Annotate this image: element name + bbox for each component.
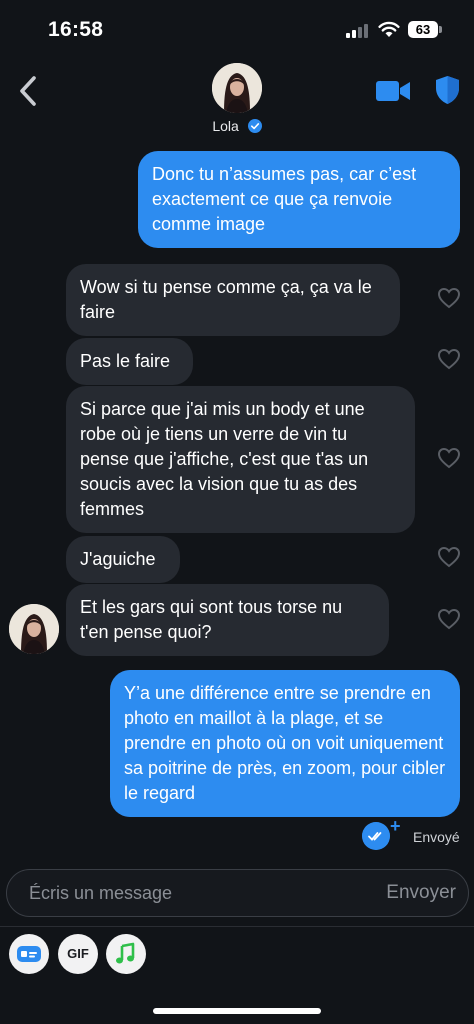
music-button[interactable] <box>106 934 146 974</box>
message-composer: Envoyer <box>6 869 469 917</box>
delivery-status-label: Envoyé <box>413 829 460 845</box>
sticker-icon <box>17 946 41 962</box>
heart-icon[interactable] <box>437 546 461 568</box>
battery-level: 63 <box>408 21 438 38</box>
message-input[interactable] <box>29 870 359 916</box>
message-bubble-incoming[interactable]: J'aguiche <box>66 536 180 583</box>
verified-icon <box>247 119 262 134</box>
send-button[interactable]: Envoyer <box>386 882 456 904</box>
battery-nub <box>439 26 442 33</box>
sticker-button[interactable] <box>9 934 49 974</box>
delivery-status: + Envoyé <box>360 816 470 852</box>
heart-icon[interactable] <box>437 447 461 469</box>
message-bubble-incoming[interactable]: Wow si tu pense comme ça, ça va le faire <box>66 264 400 336</box>
wifi-icon <box>378 21 400 37</box>
message-bubble-incoming[interactable]: Si parce que j'ai mis un body et une rob… <box>66 386 415 533</box>
contact-name: Lola <box>212 118 239 135</box>
home-indicator[interactable] <box>153 1008 321 1014</box>
gif-label: GIF <box>67 946 89 961</box>
contact-avatar-small[interactable] <box>9 604 59 654</box>
heart-icon[interactable] <box>437 608 461 630</box>
shield-icon[interactable] <box>435 75 460 105</box>
plus-icon: + <box>390 816 401 836</box>
message-bubble-outgoing[interactable]: Donc tu n’assumes pas, car c’est exactem… <box>138 151 460 248</box>
video-call-icon[interactable] <box>376 78 411 104</box>
contact-avatar[interactable] <box>212 63 262 113</box>
gif-button[interactable]: GIF <box>58 934 98 974</box>
message-bubble-incoming[interactable]: Pas le faire <box>66 338 193 385</box>
divider <box>0 926 474 927</box>
read-receipt-icon <box>362 822 390 850</box>
message-bubble-incoming[interactable]: Et les gars qui sont tous torse nu t'en … <box>66 584 389 656</box>
back-icon[interactable] <box>14 74 42 108</box>
heart-icon[interactable] <box>437 348 461 370</box>
heart-icon[interactable] <box>437 287 461 309</box>
status-time: 16:58 <box>48 18 104 41</box>
music-icon <box>116 942 135 964</box>
signal-icon <box>346 23 370 38</box>
message-bubble-outgoing[interactable]: Y’a une différence entre se prendre en p… <box>110 670 460 817</box>
chat-header: Lola <box>0 60 474 140</box>
contact-name-row[interactable]: Lola <box>0 117 474 134</box>
status-bar: 16:58 63 <box>0 0 474 60</box>
